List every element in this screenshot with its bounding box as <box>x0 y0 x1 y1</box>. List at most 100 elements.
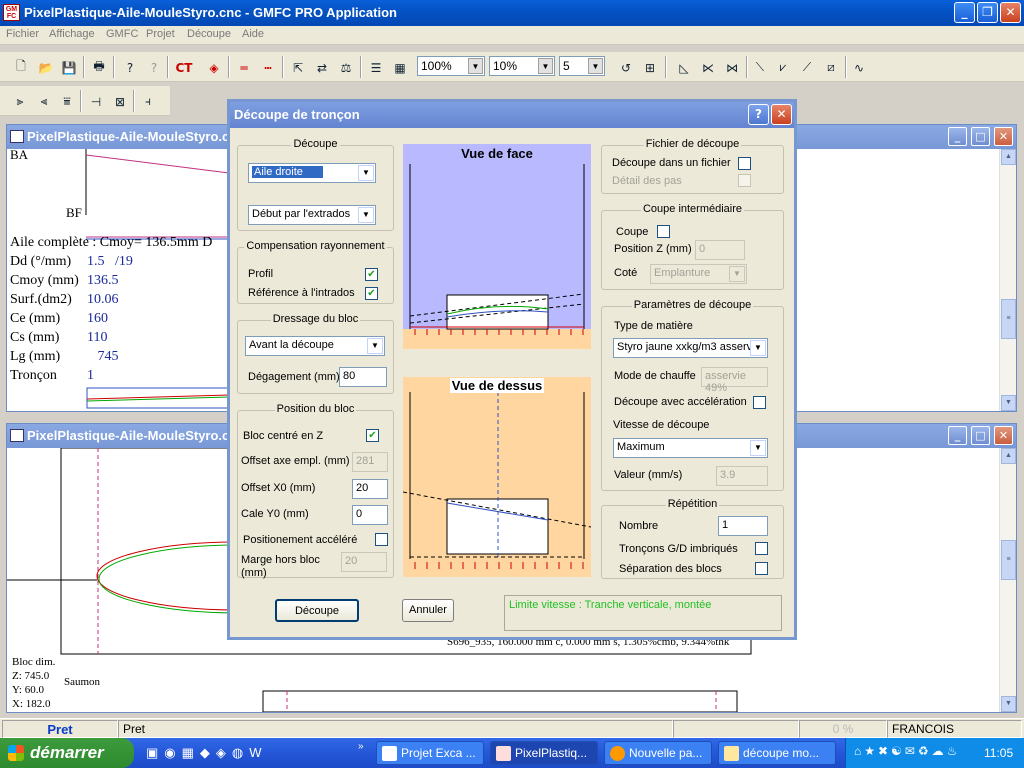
close-icon[interactable]: ✕ <box>994 127 1013 146</box>
cale-y0-input[interactable]: 0 <box>352 505 388 525</box>
bloc-centre-checkbox[interactable]: ✔ <box>366 429 379 442</box>
swap-icon[interactable]: ⇄ <box>311 57 333 78</box>
restore-icon[interactable]: ❐ <box>977 2 998 23</box>
cut-slope-icon[interactable]: ⟍ <box>749 57 771 78</box>
remove-node-icon[interactable]: ⊠ <box>109 91 131 112</box>
curve-icon[interactable]: ∿ <box>848 57 870 78</box>
gmfc-app-icon[interactable]: GM FC <box>3 4 20 21</box>
help-icon[interactable]: ? <box>119 57 141 78</box>
coupe-checkbox[interactable] <box>657 225 670 238</box>
minimize-icon[interactable]: _ <box>948 426 967 445</box>
minimize-icon[interactable]: _ <box>948 127 967 146</box>
menu-aide[interactable]: Aide <box>242 28 264 40</box>
add-node-icon[interactable]: ⊣ <box>85 91 107 112</box>
line-red-icon[interactable]: ═ <box>233 57 255 78</box>
vertical-scrollbar[interactable]: ▲ ≡ ▼ <box>999 149 1016 411</box>
group-parametres-legend: Paramètres de découpe <box>631 299 754 311</box>
cote-select[interactable]: Emplanture ▼ <box>650 264 747 284</box>
count-select[interactable]: 5 ▼ <box>559 56 605 76</box>
scroll-down-icon[interactable]: ▼ <box>1001 696 1016 712</box>
profil-checkbox[interactable]: ✔ <box>365 268 378 281</box>
degagement-input[interactable]: 80 <box>339 367 387 387</box>
nombre-label: Nombre <box>619 520 659 532</box>
menu-gmfc[interactable]: GMFC <box>106 28 138 40</box>
chevron-icon[interactable]: » <box>358 741 364 752</box>
maximize-icon[interactable]: □ <box>971 127 990 146</box>
import-icon[interactable]: ⇱ <box>287 57 309 78</box>
stat-value: 160 <box>87 311 108 326</box>
balance-icon[interactable]: ⚖ <box>335 57 357 78</box>
cut-box-icon[interactable]: ⧄ <box>820 57 842 78</box>
profile-cross-icon[interactable]: ⋈ <box>721 57 743 78</box>
task-decoupe[interactable]: découpe mo... <box>718 741 836 765</box>
grid-icon[interactable]: ▦ <box>389 57 411 78</box>
top-view-drawing <box>403 392 591 569</box>
context-help-icon[interactable]: ? <box>143 57 165 78</box>
scroll-down-icon[interactable]: ▼ <box>1001 395 1016 411</box>
task-pixelplastique[interactable]: PixelPlastiq... <box>490 741 598 765</box>
valeur-input[interactable]: 3.9 <box>716 466 768 486</box>
menu-affichage[interactable]: Affichage <box>49 28 95 40</box>
separation-blocs-checkbox[interactable] <box>755 562 768 575</box>
taskbar: démarrer ▣◉▦◆◈◍W » Projet Exca ... Pixel… <box>0 738 1024 768</box>
vitesse-select[interactable]: Maximum ▼ <box>613 438 768 458</box>
decoupe-button[interactable]: Découpe <box>275 599 359 622</box>
new-file-icon[interactable]: 🗋 <box>10 57 32 78</box>
ct-icon[interactable]: CT <box>173 57 195 78</box>
step-select[interactable]: 10% ▼ <box>489 56 555 76</box>
save-icon[interactable]: 💾 <box>58 57 80 78</box>
troncons-imbriques-checkbox[interactable] <box>755 542 768 555</box>
acceleration-checkbox[interactable] <box>753 396 766 409</box>
close-icon[interactable]: ✕ <box>771 104 792 125</box>
cut-double-icon[interactable]: ⩗ <box>772 57 794 78</box>
scroll-up-icon[interactable]: ▲ <box>1001 149 1016 165</box>
detail-pas-checkbox[interactable] <box>738 174 751 187</box>
matiere-select[interactable]: Styro jaune xxkg/m3 asserv ▼ <box>613 338 768 358</box>
debut-select[interactable]: Début par l'extrados ▼ <box>248 205 376 225</box>
offset-axe-input[interactable]: 281 <box>352 452 388 472</box>
close-icon[interactable]: ✕ <box>1000 2 1021 23</box>
vertical-scrollbar[interactable]: ▲ ≡ ▼ <box>999 448 1016 712</box>
align-left-icon[interactable]: ⫸ <box>9 91 31 112</box>
scroll-thumb[interactable]: ≡ <box>1001 299 1016 339</box>
menu-fichier[interactable]: Fichier <box>6 28 39 40</box>
print-icon[interactable]: 🖶 <box>88 57 110 78</box>
dressage-select[interactable]: Avant la découpe ▼ <box>245 336 385 356</box>
menu-decoupe[interactable]: Découpe <box>187 28 231 40</box>
minimize-icon[interactable]: _ <box>954 2 975 23</box>
start-button[interactable]: démarrer <box>0 738 134 768</box>
open-folder-icon[interactable]: 📂 <box>35 57 57 78</box>
offset-x0-input[interactable]: 20 <box>352 479 388 499</box>
maximize-icon[interactable]: □ <box>971 426 990 445</box>
reference-intrados-checkbox[interactable]: ✔ <box>365 287 378 300</box>
close-icon[interactable]: ✕ <box>994 426 1013 445</box>
position-z-input[interactable]: 0 <box>695 240 745 260</box>
undo-view-icon[interactable]: ↺ <box>615 57 637 78</box>
scroll-thumb[interactable]: ≡ <box>1001 540 1016 580</box>
profile-edge-icon[interactable]: ⋉ <box>697 57 719 78</box>
task-projet[interactable]: Projet Exca ... <box>376 741 484 765</box>
menu-projet[interactable]: Projet <box>146 28 175 40</box>
quick-launch-icons[interactable]: ▣◉▦◆◈◍W <box>146 745 268 761</box>
nombre-input[interactable]: 1 <box>718 516 768 536</box>
profile-left-icon[interactable]: ◺ <box>673 57 695 78</box>
aile-select[interactable]: Aile droite ▼ <box>248 163 376 183</box>
tray-icons[interactable]: ⌂★✖☯✉♻☁♨ <box>854 744 960 758</box>
zoom-select[interactable]: 100% ▼ <box>417 56 485 76</box>
annuler-button[interactable]: Annuler <box>402 599 454 622</box>
help-icon[interactable]: ? <box>748 104 769 125</box>
mirror-icon[interactable]: ⫞ <box>137 91 159 112</box>
scroll-up-icon[interactable]: ▲ <box>1001 448 1016 464</box>
transform-icon[interactable]: ⊞ <box>639 57 661 78</box>
positionnement-accelere-checkbox[interactable] <box>375 533 388 546</box>
decoupe-fichier-checkbox[interactable] <box>738 157 751 170</box>
chauffe-input[interactable]: asservie 49% <box>701 367 768 394</box>
marge-input[interactable]: 20 <box>341 552 387 572</box>
task-nouvelle-page[interactable]: Nouvelle pa... <box>604 741 712 765</box>
cut-angle-icon[interactable]: ⟋ <box>796 57 818 78</box>
target-icon[interactable]: ◈ <box>203 57 225 78</box>
align-right-icon[interactable]: ⩸ <box>56 91 78 112</box>
align-center-icon[interactable]: ⫷ <box>33 91 55 112</box>
layers-icon[interactable]: ☰ <box>365 57 387 78</box>
line-dashed-icon[interactable]: ┅ <box>257 57 279 78</box>
